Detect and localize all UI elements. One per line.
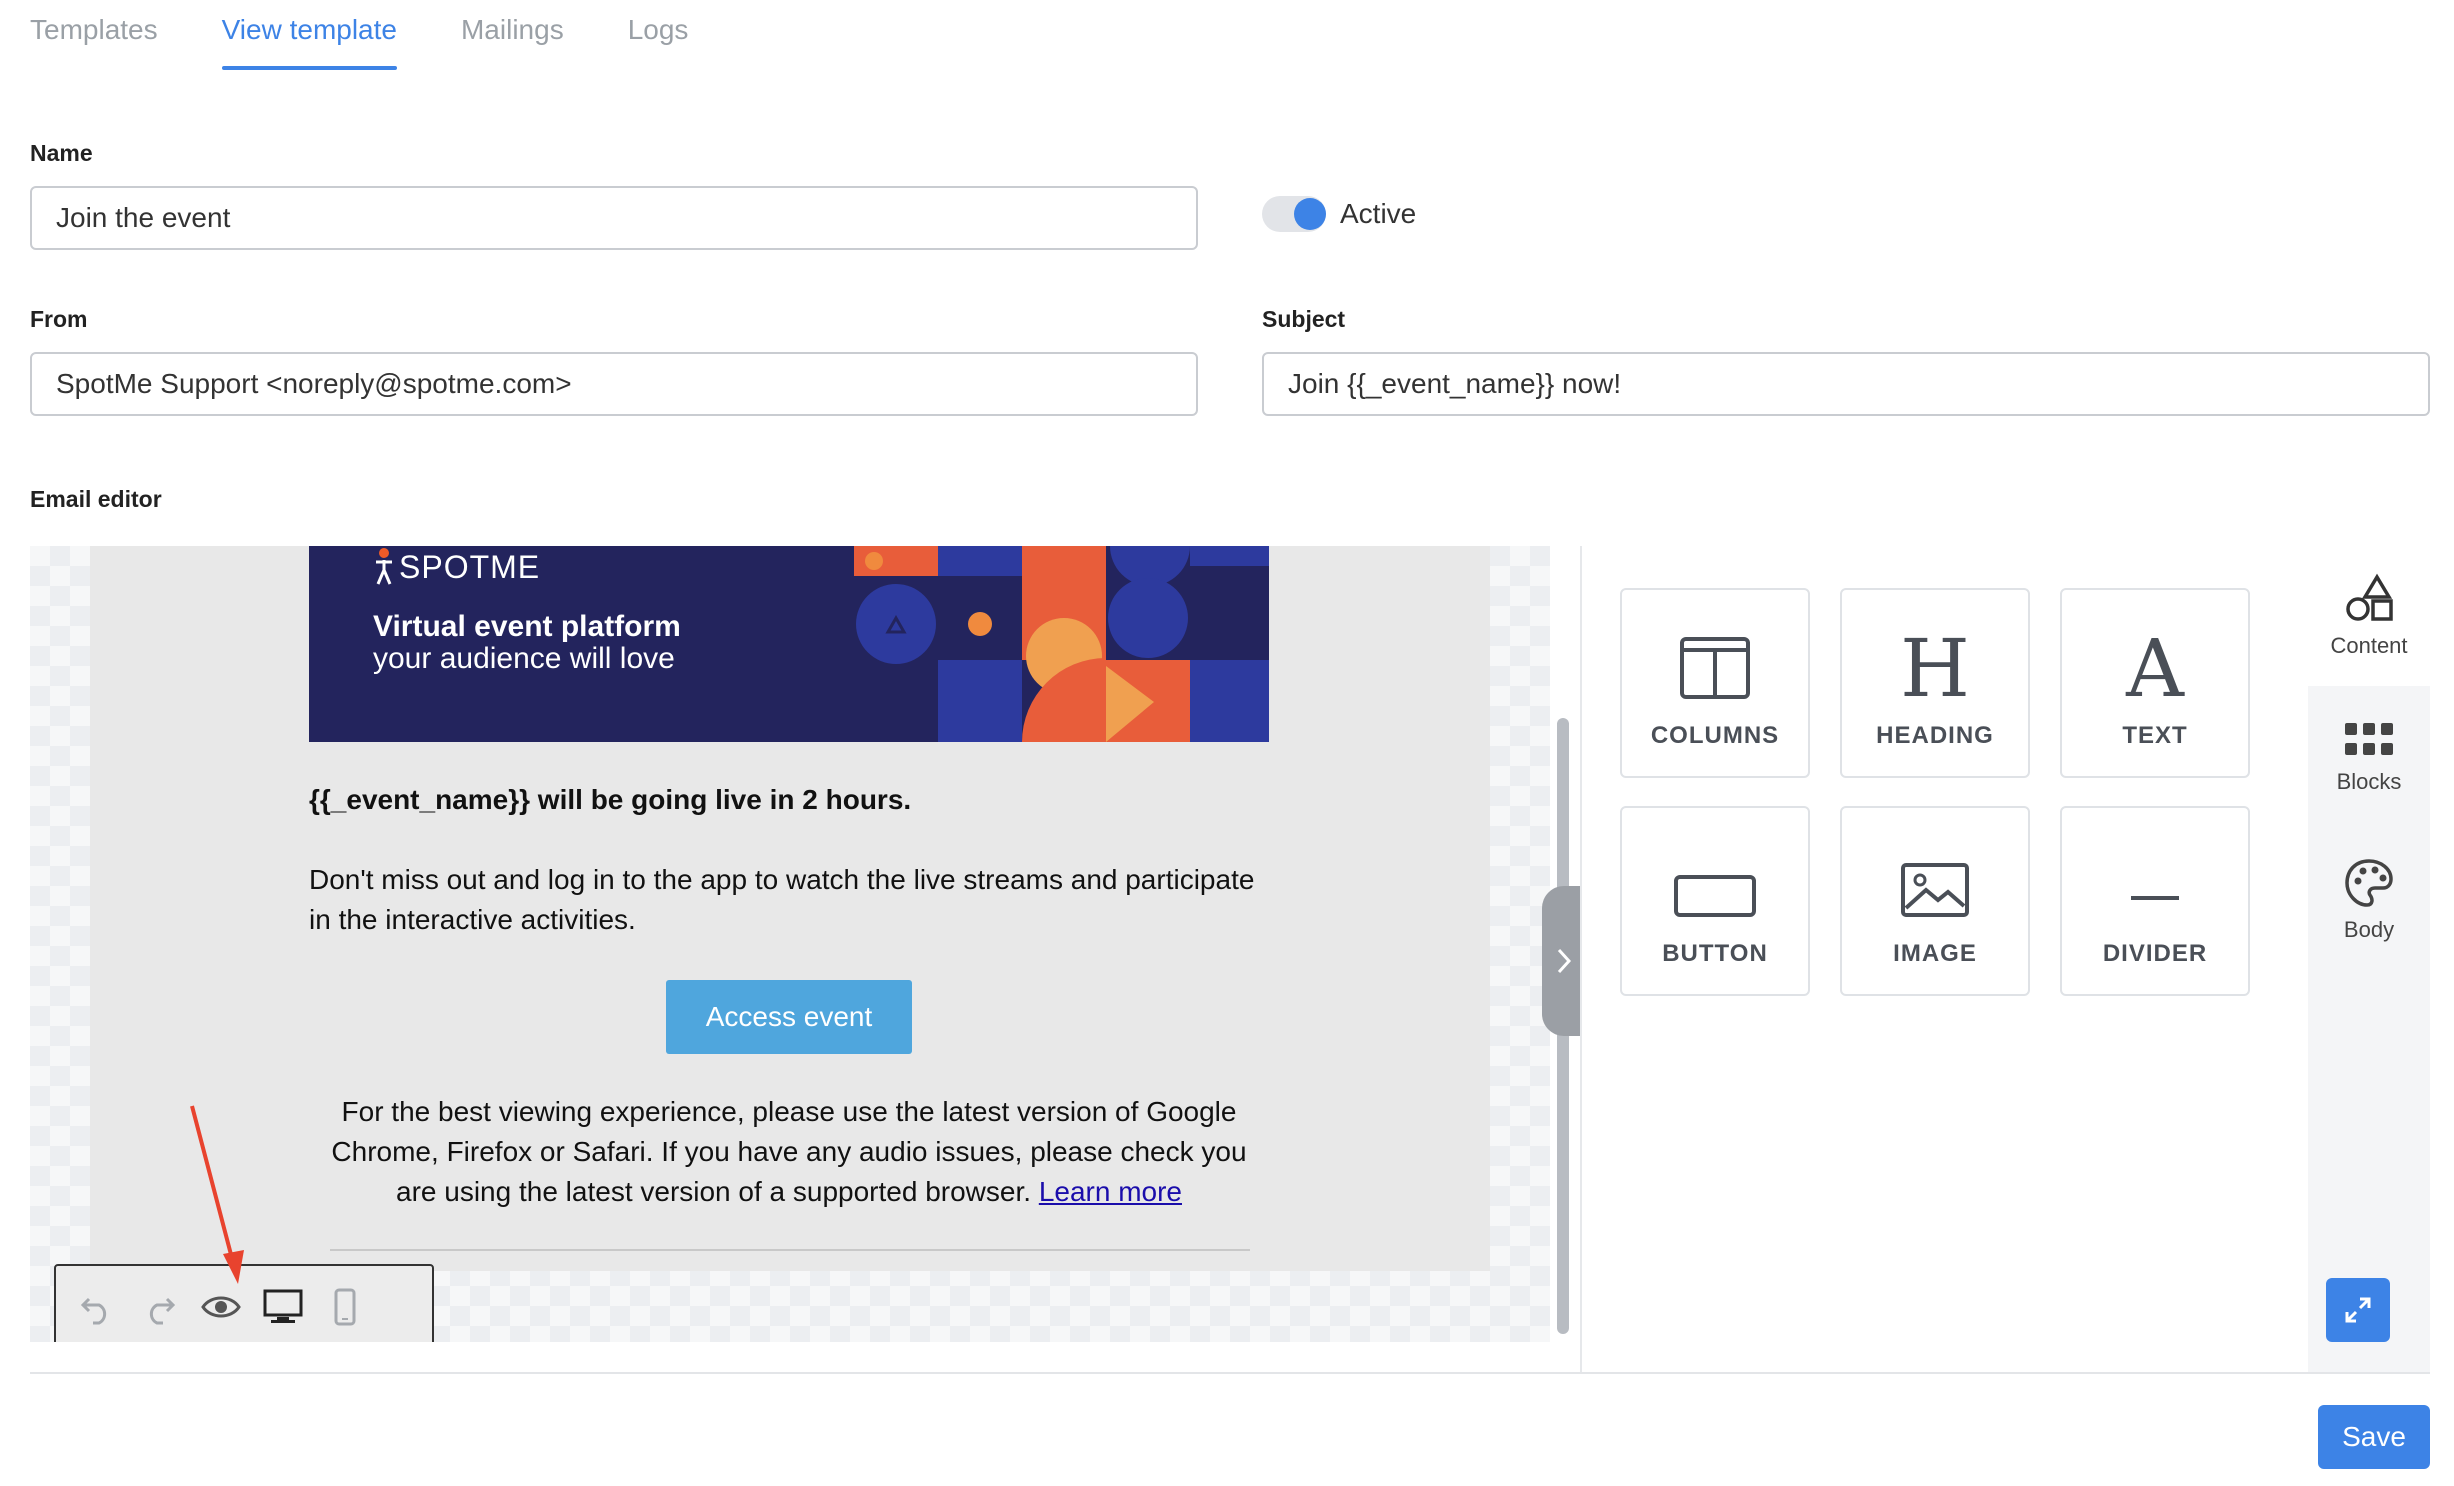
email-note: For the best viewing experience, please … (309, 1092, 1269, 1212)
access-event-button[interactable]: Access event (666, 980, 912, 1054)
sidebar-label-content: Content (2330, 633, 2408, 658)
tab-view-template[interactable]: View template (221, 0, 398, 70)
button-icon (1674, 875, 1756, 917)
sidebar-label-body: Body (2343, 917, 2395, 942)
preview-eye-icon[interactable] (200, 1286, 242, 1328)
active-toggle-group: Active (1262, 196, 1416, 232)
sidebar-item-body[interactable]: Body (2308, 830, 2430, 970)
tab-templates[interactable]: Templates (30, 0, 158, 70)
tile-image[interactable]: IMAGE (1840, 806, 2030, 996)
toggle-knob (1294, 198, 1326, 230)
tile-text[interactable]: A TEXT (2060, 588, 2250, 778)
active-toggle[interactable] (1262, 196, 1326, 232)
banner-subtitle: your audience will love (373, 642, 675, 675)
name-input[interactable]: Join the event (30, 186, 1198, 250)
from-input[interactable]: SpotMe Support <noreply@spotme.com> (30, 352, 1198, 416)
sidebar-item-content[interactable]: Content (2308, 546, 2430, 686)
shapes-icon (2346, 573, 2393, 621)
editor-toolbar (54, 1264, 434, 1342)
tile-heading[interactable]: H HEADING (1840, 588, 2030, 778)
tile-columns[interactable]: COLUMNS (1620, 588, 1810, 778)
from-label: From (30, 306, 88, 332)
grid-icon (2345, 723, 2393, 755)
image-icon (1901, 863, 1969, 917)
tile-label: DIVIDER (2102, 940, 2208, 967)
save-button[interactable]: Save (2318, 1405, 2430, 1469)
tile-divider[interactable]: DIVIDER (2060, 806, 2250, 996)
logo-text: SPOTME (399, 548, 541, 585)
footer-divider (30, 1372, 2430, 1374)
editor-sidebar: Content Blocks Body (2308, 546, 2430, 1374)
name-label: Name (30, 140, 93, 166)
active-label: Active (1340, 198, 1417, 229)
banner-title: Virtual event platform (373, 610, 681, 643)
tile-button[interactable]: BUTTON (1620, 806, 1810, 996)
editor-canvas[interactable]: SPOTME Virtual event platform your audie… (30, 546, 1550, 1342)
spotme-logo-icon (376, 548, 392, 585)
desktop-icon[interactable] (262, 1286, 304, 1328)
expand-icon (2345, 1297, 2371, 1323)
redo-icon[interactable] (138, 1286, 180, 1328)
tile-label: BUTTON (1662, 940, 1768, 967)
chevron-right-icon (1557, 948, 1572, 974)
email-banner: SPOTME Virtual event platform your audie… (309, 546, 1269, 742)
email-editor: SPOTME Virtual event platform your audie… (30, 546, 2430, 1374)
email-editor-label: Email editor (30, 486, 162, 512)
email-body-text: Don't miss out and log in to the app to … (309, 864, 1255, 935)
spotme-logo: SPOTME (373, 548, 540, 586)
undo-icon[interactable] (76, 1286, 118, 1328)
tile-label: IMAGE (1893, 940, 1977, 967)
learn-more-link[interactable]: Learn more (1039, 1176, 1182, 1207)
tab-logs[interactable]: Logs (628, 0, 689, 70)
email-heading: {{_event_name}} will be going live in 2 … (309, 784, 912, 815)
banner-mosaic-graphic (854, 546, 1269, 742)
svg-text:H: H (1900, 630, 1970, 700)
palette-icon (2345, 859, 2393, 907)
sidebar-label-blocks: Blocks (2336, 769, 2402, 794)
fullscreen-button[interactable] (2326, 1278, 2390, 1342)
tab-bar: Templates View template Mailings Logs (30, 0, 688, 70)
columns-icon (1680, 637, 1750, 699)
svg-text:A: A (2125, 630, 2185, 700)
content-panel: COLUMNS H HEADING A TEXT BUTTON IMAGE DI… (1580, 546, 2308, 1374)
text-icon: A (2125, 630, 2185, 700)
subject-label: Subject (1262, 306, 1346, 332)
tile-label: COLUMNS (1650, 722, 1780, 749)
divider-icon (2131, 896, 2179, 900)
sidebar-item-blocks[interactable]: Blocks (2308, 688, 2430, 828)
email-preview: SPOTME Virtual event platform your audie… (90, 546, 1490, 1271)
tab-mailings[interactable]: Mailings (461, 0, 564, 70)
tile-label: TEXT (2122, 722, 2188, 749)
heading-icon: H (1900, 630, 1970, 700)
tile-label: HEADING (1876, 722, 1994, 749)
mobile-icon[interactable] (324, 1286, 366, 1328)
email-divider (330, 1249, 1250, 1251)
subject-input[interactable]: Join {{_event_name}} now! (1262, 352, 2430, 416)
